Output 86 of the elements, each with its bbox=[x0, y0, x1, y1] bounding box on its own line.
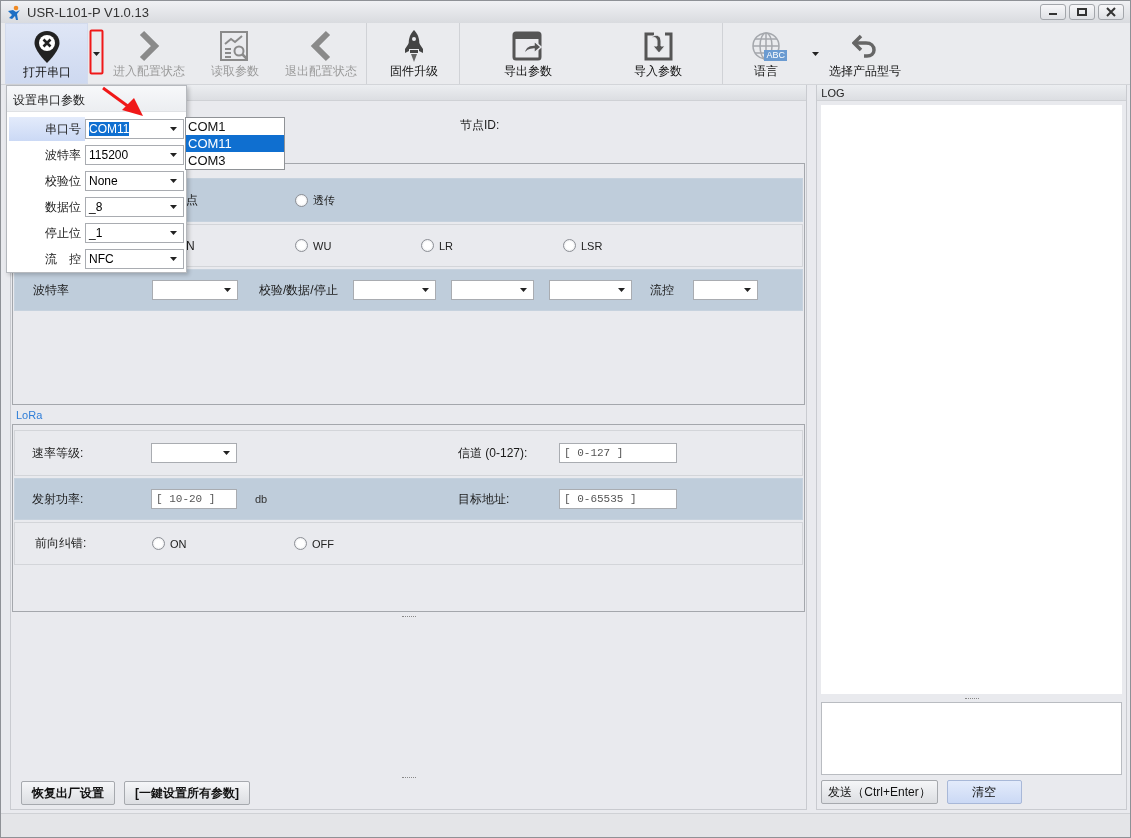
chevron-right-icon bbox=[137, 30, 160, 62]
toolbar-button[interactable]: ABC 语言 bbox=[725, 23, 807, 84]
action-button[interactable]: [一鍵设置所有参数] bbox=[124, 781, 250, 805]
map-pin-close-icon bbox=[32, 30, 61, 64]
popup-title: 设置串口参数 bbox=[13, 93, 85, 107]
close-button[interactable] bbox=[1098, 4, 1124, 20]
dropdown[interactable]: None bbox=[85, 171, 184, 191]
dropdown[interactable]: COM11 bbox=[85, 119, 184, 139]
dropdown[interactable] bbox=[693, 280, 758, 300]
dropdown[interactable] bbox=[152, 280, 238, 300]
window-title: USR-L101-P V1.0.13 bbox=[27, 4, 149, 20]
toolbar-button[interactable]: 固件升级 bbox=[369, 23, 459, 84]
field-label: 波特率 bbox=[44, 147, 82, 164]
toolbar-button[interactable]: 打开串口 bbox=[5, 23, 88, 84]
dropdown[interactable]: NFC bbox=[85, 249, 184, 269]
field-label: 流控 bbox=[650, 281, 674, 299]
caret-icon bbox=[170, 231, 177, 235]
close-icon bbox=[1105, 7, 1117, 17]
field-label: 校验/数据/停止 bbox=[259, 281, 338, 299]
input-field[interactable]: [ 10-20 ] bbox=[151, 489, 237, 509]
import-icon bbox=[643, 31, 673, 61]
app-logo-icon bbox=[7, 4, 21, 20]
radio-button[interactable]: 透传 bbox=[295, 192, 335, 208]
radio-button[interactable]: LR bbox=[421, 239, 454, 252]
list-option[interactable]: COM11 bbox=[186, 135, 284, 152]
radio-button[interactable]: OFF bbox=[294, 537, 334, 550]
input-field[interactable]: [ 0-127 ] bbox=[559, 443, 677, 463]
field-label: 信道 (0-127): bbox=[458, 444, 528, 462]
caret-icon bbox=[811, 51, 819, 56]
chevron-left-icon bbox=[310, 30, 332, 62]
field-label: 校验位 bbox=[44, 173, 82, 190]
caret-icon bbox=[170, 127, 177, 131]
radio-button[interactable]: ON bbox=[152, 537, 187, 550]
field-label: 目标地址: bbox=[458, 490, 510, 508]
field-label: 串口号 bbox=[9, 117, 85, 141]
panel-title: LOG bbox=[821, 87, 845, 99]
caret-icon bbox=[744, 288, 751, 292]
action-button[interactable]: 清空 bbox=[946, 780, 1022, 804]
caret-icon bbox=[170, 179, 177, 183]
action-button[interactable]: 发送（Ctrl+Enter） bbox=[821, 780, 938, 804]
list-option[interactable]: COM3 bbox=[186, 152, 284, 169]
input-field[interactable]: [ 0-65535 ] bbox=[559, 489, 677, 509]
message-input[interactable] bbox=[821, 702, 1122, 775]
field-label: 数据位 bbox=[44, 199, 82, 216]
dropdown[interactable]: _8 bbox=[85, 197, 184, 217]
caret-icon bbox=[224, 288, 231, 292]
caret-icon bbox=[422, 288, 429, 292]
field-label: 发射功率: bbox=[32, 490, 84, 508]
caret-icon bbox=[618, 288, 625, 292]
dropdown[interactable] bbox=[151, 443, 237, 463]
field-label: 流 控 bbox=[44, 251, 82, 268]
maximize-icon bbox=[1076, 7, 1088, 17]
dropdown[interactable] bbox=[353, 280, 436, 300]
caret-icon bbox=[223, 451, 230, 455]
maximize-button[interactable] bbox=[1069, 4, 1095, 20]
caret-icon bbox=[170, 153, 177, 157]
unit-label: db bbox=[255, 493, 268, 505]
caret-icon bbox=[92, 51, 100, 56]
dropdown[interactable]: 115200 bbox=[85, 145, 184, 165]
dropdown[interactable]: _1 bbox=[85, 223, 184, 243]
field-label: 速率等级: bbox=[32, 444, 84, 462]
group-title: LoRa bbox=[16, 409, 43, 421]
undo-icon bbox=[852, 34, 878, 58]
action-button[interactable]: 恢复出厂设置 bbox=[21, 781, 115, 805]
caret-icon bbox=[520, 288, 527, 292]
toolbar-button[interactable]: 导出参数 bbox=[462, 23, 594, 84]
radio-button[interactable]: LSR bbox=[563, 239, 603, 252]
chart-search-icon bbox=[218, 30, 251, 62]
caret-icon bbox=[170, 205, 177, 209]
field-label: 点 bbox=[186, 191, 198, 209]
caret-icon bbox=[170, 257, 177, 261]
dropdown[interactable] bbox=[451, 280, 534, 300]
minimize-button[interactable] bbox=[1040, 4, 1066, 20]
badge: ABC bbox=[764, 50, 787, 61]
export-icon bbox=[512, 31, 544, 61]
field-label: 节点ID: bbox=[460, 118, 500, 132]
radio-button[interactable]: WU bbox=[295, 239, 332, 252]
field-label: N bbox=[186, 238, 195, 253]
field-label: 停止位 bbox=[44, 225, 82, 242]
field-label: 波特率 bbox=[33, 281, 69, 299]
toolbar-button[interactable]: 导入参数 bbox=[594, 23, 722, 84]
field-label: 前向纠错: bbox=[35, 535, 87, 552]
rocket-icon bbox=[403, 29, 425, 63]
dropdown[interactable] bbox=[549, 280, 632, 300]
toolbar-button[interactable]: 选择产品型号 bbox=[823, 23, 907, 84]
list-option[interactable]: COM1 bbox=[186, 118, 284, 135]
